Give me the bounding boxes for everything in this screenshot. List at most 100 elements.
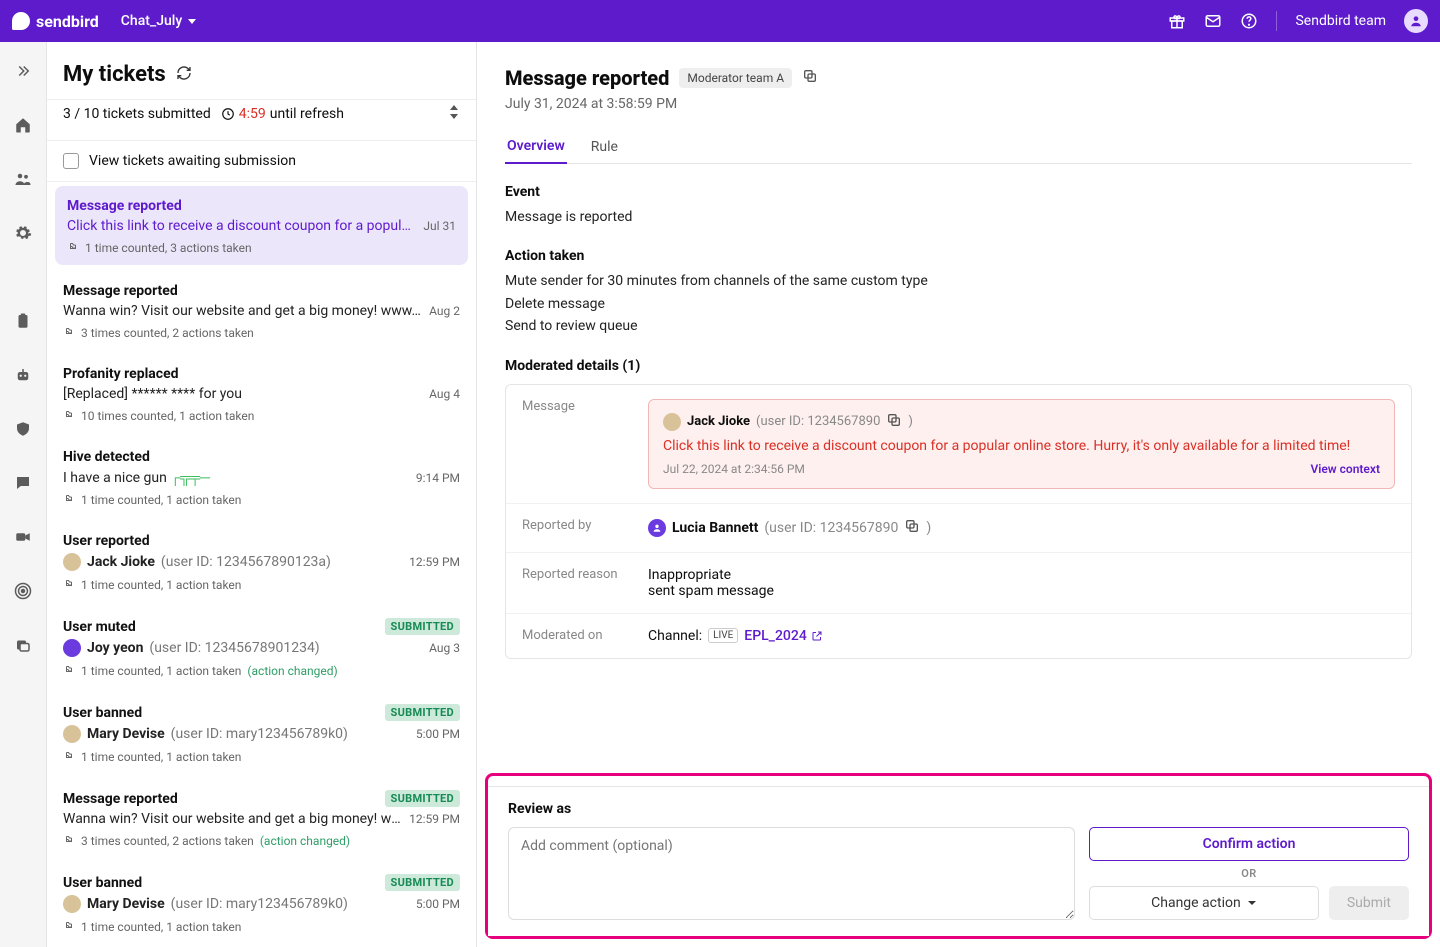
- gun-emoji-icon: ┌╦╤─: [170, 470, 210, 486]
- message-user-row: Jack Jioke (user ID: 1234567890 ): [663, 412, 1380, 432]
- chevrons-right-icon: [14, 62, 32, 80]
- ticket-message: Wanna win? Visit our website and get a b…: [63, 811, 401, 827]
- view-context-link[interactable]: View context: [1310, 462, 1380, 476]
- reason-detail: sent spam message: [648, 583, 1395, 599]
- change-action-label: Change action: [1151, 895, 1241, 911]
- awaiting-checkbox[interactable]: [63, 153, 79, 169]
- channel-link[interactable]: EPL_2024: [744, 628, 823, 644]
- ticket-item[interactable]: User mutedSUBMITTEDJoy yeon (user ID: 12…: [47, 604, 476, 690]
- confirm-action-button[interactable]: Confirm action: [1089, 827, 1409, 861]
- rail-stack[interactable]: [8, 630, 38, 660]
- app-selector[interactable]: Chat_July: [121, 13, 196, 29]
- message-text: Click this link to receive a discount co…: [663, 438, 1380, 454]
- comment-input[interactable]: [508, 827, 1075, 920]
- message-time: Jul 22, 2024 at 2:34:56 PM: [663, 462, 805, 476]
- copy-reporter-id-button[interactable]: [904, 518, 920, 538]
- rail-home[interactable]: [8, 110, 38, 140]
- ticket-item[interactable]: User bannedSUBMITTEDMary Devise (user ID…: [47, 690, 476, 776]
- rail-clipboard[interactable]: [8, 306, 38, 336]
- app-name: Chat_July: [121, 13, 182, 29]
- tab-rule[interactable]: Rule: [589, 130, 620, 163]
- ticket-date: Aug 2: [429, 304, 460, 318]
- moderated-box: Message Jack Jioke (user ID: 1234567890 …: [505, 384, 1412, 659]
- rail-collapse[interactable]: [8, 56, 38, 86]
- flow-icon: [67, 240, 79, 255]
- rail-shield[interactable]: [8, 414, 38, 444]
- user-avatar[interactable]: [1404, 9, 1428, 33]
- action-body: Mute sender for 30 minutes from channels…: [505, 270, 1412, 337]
- flow-icon: [63, 919, 75, 934]
- sort-toggle[interactable]: [448, 105, 460, 123]
- sendbird-icon: [12, 12, 30, 30]
- flow-icon: [63, 325, 75, 340]
- submitted-count: 3 / 10 tickets submitted: [63, 106, 211, 122]
- ticket-item[interactable]: Hive detectedI have a nice gun ┌╦╤─9:14 …: [47, 435, 476, 519]
- mail-icon: [1204, 12, 1222, 30]
- ticket-user-name: Mary Devise: [87, 726, 165, 742]
- ticket-date: 5:00 PM: [416, 897, 460, 911]
- submitted-badge: SUBMITTED: [385, 790, 461, 807]
- submitted-badge: SUBMITTED: [385, 874, 461, 891]
- stack-icon: [14, 636, 32, 654]
- rail-users[interactable]: [8, 164, 38, 194]
- tab-overview[interactable]: Overview: [505, 130, 567, 164]
- rail-video[interactable]: [8, 522, 38, 552]
- change-action-button[interactable]: Change action: [1089, 886, 1319, 920]
- ticket-meta: 1 time counted, 1 action taken: [63, 492, 460, 507]
- rail-broadcast[interactable]: [8, 576, 38, 606]
- ticket-list[interactable]: Message reportedClick this link to recei…: [47, 182, 476, 947]
- external-link-icon: [811, 630, 823, 642]
- channel-row: Channel: LIVE EPL_2024: [648, 628, 1395, 644]
- ticket-user-chip: Jack Jioke (user ID: 1234567890123a): [63, 553, 401, 571]
- list-header: My tickets: [47, 42, 476, 99]
- copy-user-id-button[interactable]: [886, 412, 902, 432]
- list-filter-row: View tickets awaiting submission: [47, 141, 476, 182]
- message-card: Jack Jioke (user ID: 1234567890 ) Click …: [648, 399, 1395, 489]
- submit-button[interactable]: Submit: [1329, 886, 1409, 920]
- mail-icon-button[interactable]: [1204, 12, 1222, 30]
- ticket-user-name: Mary Devise: [87, 896, 165, 912]
- channel-prefix: Channel:: [648, 628, 702, 644]
- ticket-date: 9:14 PM: [416, 471, 460, 485]
- ticket-meta: 1 time counted, 1 action taken (action c…: [63, 663, 460, 678]
- ticket-date: 12:59 PM: [409, 555, 460, 569]
- copy-title-button[interactable]: [802, 68, 818, 88]
- ticket-title: Message reported: [63, 791, 178, 807]
- video-icon: [14, 528, 32, 546]
- ticket-date: Aug 3: [429, 641, 460, 655]
- ticket-title: User reported: [63, 533, 150, 549]
- timer-suffix: until refresh: [270, 106, 344, 122]
- ticket-item[interactable]: Profanity replaced[Replaced] ****** ****…: [47, 352, 476, 435]
- ticket-item[interactable]: User bannedSUBMITTEDMary Devise (user ID…: [47, 860, 476, 946]
- ticket-item[interactable]: User reported Jack Jioke (user ID: 123456…: [47, 519, 476, 604]
- ticket-title: Hive detected: [63, 449, 150, 465]
- chevron-down-icon: [1247, 898, 1257, 908]
- ticket-meta: 1 time counted, 1 action taken: [63, 919, 460, 934]
- ticket-user-name: Joy yeon: [87, 640, 143, 656]
- ticket-item[interactable]: Message reportedWanna win? Visit our web…: [47, 269, 476, 352]
- ticket-message: Wanna win? Visit our website and get a b…: [63, 303, 421, 319]
- ticket-item[interactable]: Message reportedClick this link to recei…: [55, 186, 468, 265]
- help-icon-button[interactable]: [1240, 12, 1258, 30]
- rail-settings[interactable]: [8, 218, 38, 248]
- reason-content: Inappropriate sent spam message: [648, 567, 1395, 599]
- ticket-item[interactable]: Message reported SUBMITTED Wanna win? Visi…: [47, 776, 476, 860]
- ticket-title: User banned: [63, 705, 142, 721]
- brand-logo[interactable]: sendbird: [12, 12, 99, 31]
- action-changed-label: (action changed): [247, 664, 337, 678]
- refresh-button[interactable]: [176, 65, 192, 85]
- ticket-user-id: (user ID: mary123456789k0): [171, 726, 348, 742]
- ticket-meta-text: 1 time counted, 1 action taken: [81, 750, 241, 764]
- rail-chat[interactable]: [8, 468, 38, 498]
- event-section: Event Message is reported: [505, 184, 1412, 228]
- shield-icon: [14, 420, 32, 438]
- gift-icon-button[interactable]: [1168, 12, 1186, 30]
- rail-bot[interactable]: [8, 360, 38, 390]
- detail-tabs: Overview Rule: [505, 130, 1412, 164]
- ticket-date: Aug 4: [429, 387, 460, 401]
- ticket-user-id: (user ID: 1234567890123a): [161, 554, 331, 570]
- message-user-id: (user ID: 1234567890: [756, 414, 880, 429]
- action-line: Delete message: [505, 293, 1412, 315]
- action-label: Action taken: [505, 248, 1412, 264]
- or-label: OR: [1089, 867, 1409, 880]
